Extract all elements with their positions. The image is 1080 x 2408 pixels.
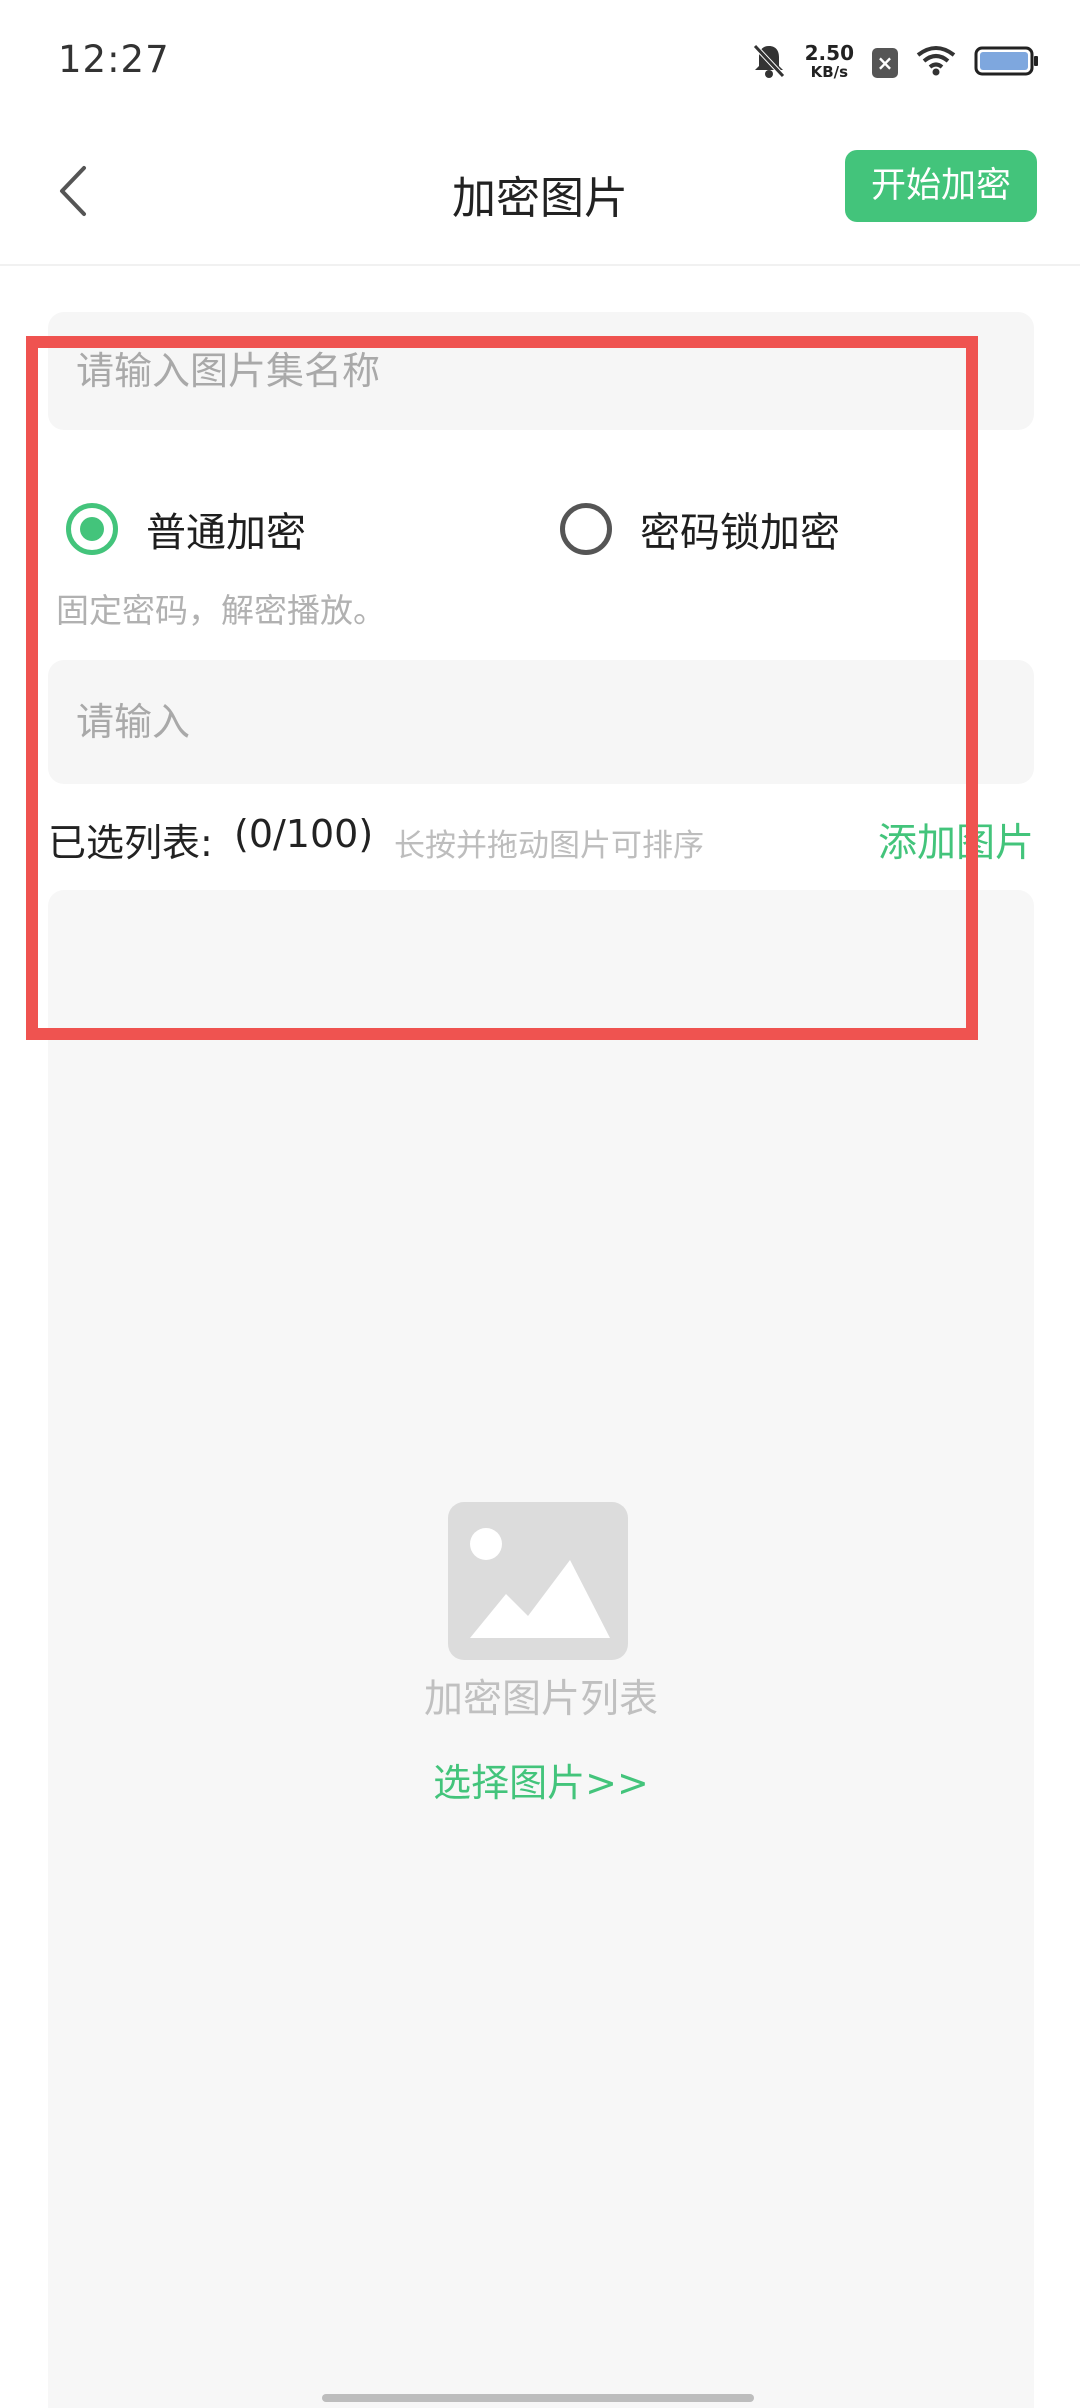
nav-bar: 加密图片 开始加密 — [0, 126, 1080, 266]
add-image-link[interactable]: 添加图片 — [878, 812, 1034, 868]
network-speed: 2.50 KB/s — [804, 41, 854, 82]
sort-tip: 长按并拖动图片可排序 — [394, 828, 704, 864]
radio-checked-icon — [66, 503, 118, 555]
network-speed-value: 2.50 — [804, 41, 854, 65]
start-encrypt-button[interactable]: 开始加密 — [845, 150, 1037, 222]
sim-x-icon: × — [872, 48, 898, 78]
home-indicator[interactable] — [322, 2394, 754, 2402]
radio-password-lock-encrypt[interactable]: 密码锁加密 — [560, 494, 840, 564]
choose-image-link[interactable]: 选择图片>> — [48, 1752, 1034, 1807]
selected-count: (0/100) — [234, 812, 374, 856]
mode-hint: 固定密码，解密播放。 — [56, 591, 386, 630]
selected-list-header: 已选列表: (0/100) 长按并拖动图片可排序 添加图片 — [48, 812, 1034, 868]
status-icons: 2.50 KB/s × — [751, 40, 1040, 86]
radio-lock-label: 密码锁加密 — [640, 510, 840, 556]
album-name-input[interactable]: 请输入图片集名称 — [48, 312, 1034, 430]
radio-normal-encrypt[interactable]: 普通加密 — [66, 494, 306, 564]
battery-icon — [974, 45, 1040, 81]
status-bar: 12:27 2.50 KB/s × — [0, 0, 1080, 126]
empty-state-text: 加密图片列表 — [423, 1677, 658, 1722]
mute-bell-icon — [751, 42, 787, 84]
image-list-panel: 加密图片列表 选择图片>> — [48, 890, 1034, 2408]
radio-unchecked-icon — [560, 503, 612, 555]
image-placeholder-icon — [448, 1502, 628, 1660]
encrypt-mode-group: 普通加密 密码锁加密 — [66, 494, 1026, 564]
wifi-icon — [916, 45, 956, 81]
selected-list-label: 已选列表: — [48, 821, 213, 865]
network-speed-unit: KB/s — [810, 63, 849, 81]
radio-normal-label: 普通加密 — [146, 510, 306, 556]
status-time: 12:27 — [58, 38, 170, 81]
password-input[interactable]: 请输入 — [48, 660, 1034, 784]
